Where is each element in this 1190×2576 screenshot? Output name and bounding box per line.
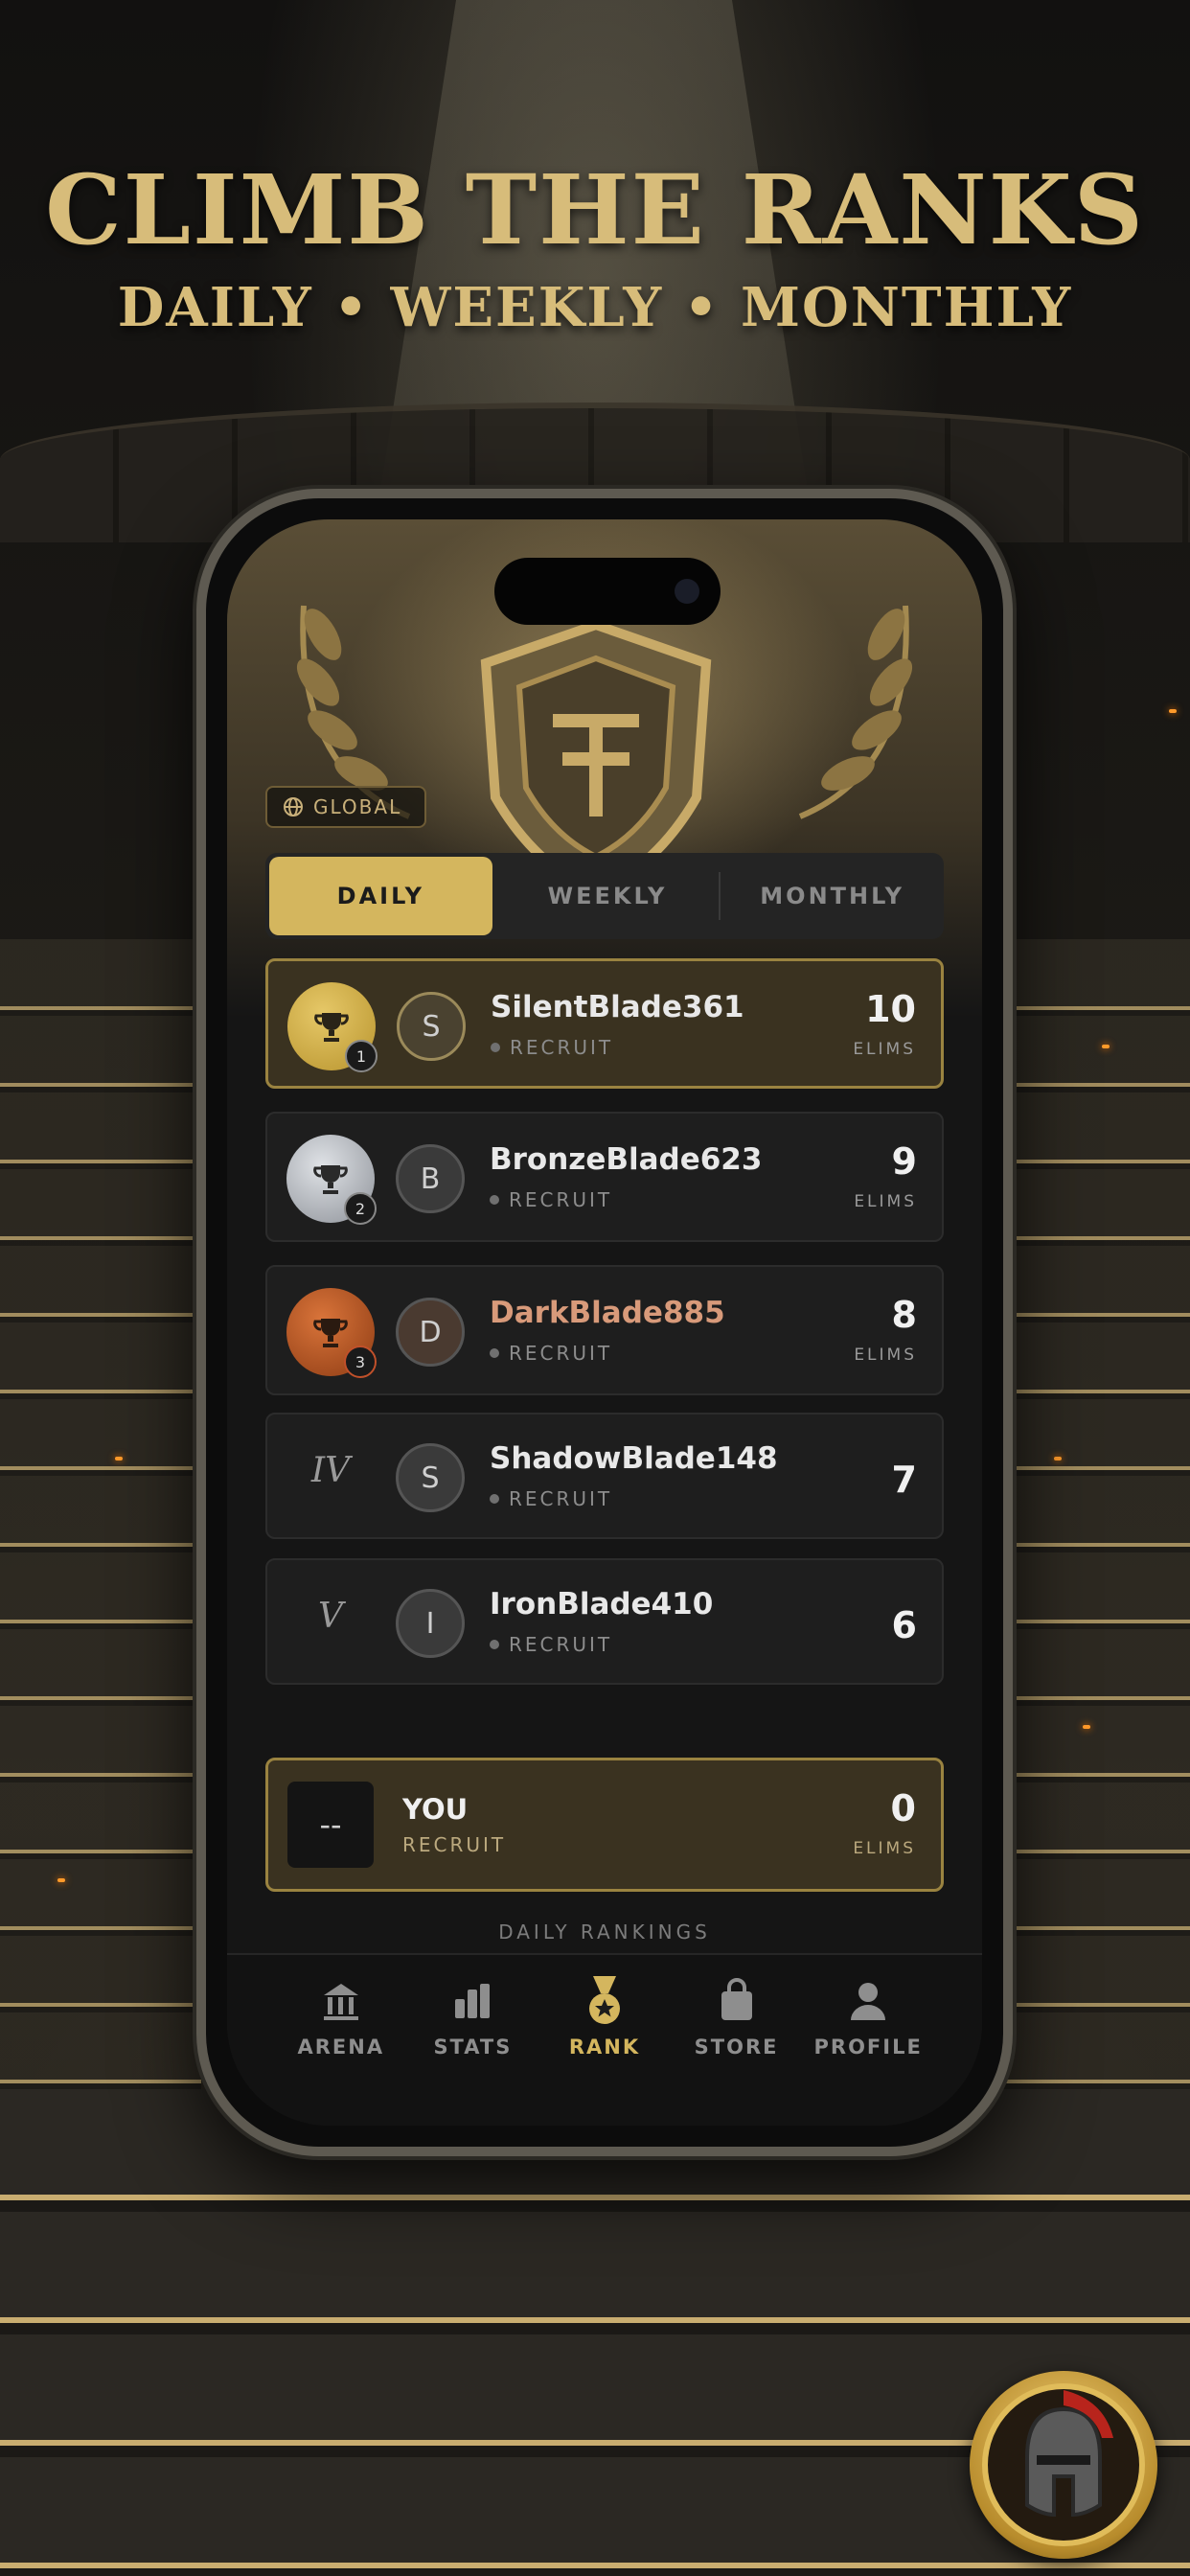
- nav-stats[interactable]: STATS: [415, 1955, 530, 2126]
- tab-weekly[interactable]: WEEKLY: [496, 853, 720, 939]
- status-dot: [490, 1640, 499, 1649]
- rank-title-text: RECRUIT: [509, 1188, 613, 1211]
- rankings-caption: DAILY RANKINGS: [498, 1920, 711, 1944]
- nav-arena-label: ARENA: [297, 2036, 385, 2058]
- trophy-icon: [314, 1013, 349, 1042]
- leaderboard-row[interactable]: IV S ShadowBlade148 RECRUIT 7: [265, 1413, 944, 1539]
- profile-icon: [841, 1974, 895, 2028]
- bag-icon: [710, 1974, 764, 2028]
- avatar: S: [397, 992, 466, 1061]
- avatar: I: [396, 1589, 465, 1658]
- status-dot: [490, 1195, 499, 1205]
- elims-score: 7: [891, 1459, 917, 1501]
- period-tabs: DAILY WEEKLY MONTHLY: [265, 853, 944, 939]
- player-rank-title: RECRUIT: [491, 1036, 613, 1059]
- laurel-right-icon: [798, 605, 913, 819]
- tab-daily[interactable]: DAILY: [269, 857, 492, 935]
- your-elims-score: 0: [890, 1787, 916, 1829]
- scope-global-badge[interactable]: GLOBAL: [265, 786, 426, 828]
- leaderboard-row[interactable]: 2 B BronzeBlade623 RECRUIT 9 ELIMS: [265, 1112, 944, 1242]
- rank-title-text: RECRUIT: [509, 1342, 613, 1365]
- nav-arena[interactable]: ARENA: [284, 1955, 399, 2126]
- player-rank-title: RECRUIT: [490, 1487, 612, 1510]
- player-rank-title: RECRUIT: [490, 1188, 612, 1211]
- player-rank-title: RECRUIT: [490, 1633, 612, 1656]
- player-name: DarkBlade885: [490, 1296, 725, 1330]
- leaderboard-row[interactable]: 1 S SilentBlade361 RECRUIT 10 ELIMS: [265, 958, 944, 1089]
- arena-stairs-left: [0, 939, 201, 2089]
- ember: [57, 1878, 65, 1882]
- player-rank-title: RECRUIT: [490, 1342, 612, 1365]
- arena-icon: [314, 1974, 368, 2028]
- nav-store[interactable]: STORE: [679, 1955, 794, 2126]
- nav-profile[interactable]: PROFILE: [811, 1955, 926, 2126]
- nav-profile-label: PROFILE: [813, 2036, 923, 2058]
- ember: [1169, 709, 1177, 713]
- your-rank-placeholder: --: [287, 1782, 374, 1868]
- rank-number-badge: 2: [344, 1192, 377, 1225]
- ember: [1102, 1045, 1110, 1048]
- promo-headline: CLIMB THE RANKS: [45, 153, 1145, 266]
- avatar: D: [396, 1298, 465, 1367]
- trophy-icon: [313, 1165, 348, 1194]
- your-name: YOU: [402, 1793, 469, 1826]
- elims-unit-label: ELIMS: [854, 1192, 917, 1211]
- rank-number-badge: 1: [345, 1040, 378, 1072]
- scope-global-label: GLOBAL: [313, 795, 402, 818]
- player-name: BronzeBlade623: [490, 1142, 763, 1177]
- your-rank-title: RECRUIT: [402, 1833, 507, 1856]
- rank-title-text: RECRUIT: [510, 1036, 614, 1059]
- silver-trophy-medal: 2: [286, 1135, 377, 1225]
- avatar: S: [396, 1443, 465, 1512]
- gold-trophy-medal: 1: [287, 982, 378, 1072]
- player-name: ShadowBlade148: [490, 1441, 778, 1476]
- status-dot: [490, 1348, 499, 1358]
- status-dot: [490, 1494, 499, 1504]
- your-rank-row[interactable]: -- YOU RECRUIT 0 ELIMS: [265, 1758, 944, 1892]
- nav-rank[interactable]: RANK: [547, 1955, 662, 2126]
- stats-icon: [446, 1974, 499, 2028]
- ember: [1083, 1725, 1090, 1729]
- elims-score: 9: [891, 1140, 917, 1183]
- avatar: B: [396, 1144, 465, 1213]
- bronze-trophy-medal: 3: [286, 1288, 377, 1378]
- leaderboard-row[interactable]: 3 D DarkBlade885 RECRUIT 8 ELIMS: [265, 1265, 944, 1395]
- phone-screen: GLOBAL DAILY WEEKLY MONTHLY 1 S SilentBl…: [227, 519, 982, 2126]
- dynamic-island: [494, 558, 721, 625]
- nav-store-label: STORE: [694, 2036, 779, 2058]
- ember: [1054, 1457, 1062, 1460]
- rank-title-text: RECRUIT: [509, 1633, 613, 1656]
- ember: [115, 1457, 123, 1460]
- nav-stats-label: STATS: [433, 2036, 513, 2058]
- bottom-nav: ARENA STATS RANK STORE PROFILE: [227, 1953, 982, 2126]
- elims-score: 8: [891, 1294, 917, 1336]
- elims-unit-label: ELIMS: [854, 1346, 917, 1365]
- medal-icon: [578, 1974, 631, 2028]
- globe-icon: [284, 797, 303, 816]
- rank-number-badge: 3: [344, 1346, 377, 1378]
- phone-frame: GLOBAL DAILY WEEKLY MONTHLY 1 S SilentBl…: [196, 489, 1013, 2156]
- tab-monthly[interactable]: MONTHLY: [721, 853, 944, 939]
- promo-subline: DAILY • WEEKLY • MONTHLY: [117, 276, 1073, 339]
- rank-roman-numeral: IV: [310, 1451, 351, 1490]
- camera-icon: [675, 579, 699, 604]
- spartan-helmet-logo: [970, 2371, 1157, 2559]
- elims-score: 10: [865, 988, 916, 1030]
- player-name: SilentBlade361: [491, 990, 744, 1024]
- elims-unit-label: ELIMS: [853, 1040, 916, 1059]
- rank-title-text: RECRUIT: [509, 1487, 613, 1510]
- leaderboard-row[interactable]: V I IronBlade410 RECRUIT 6: [265, 1558, 944, 1685]
- nav-rank-label: RANK: [568, 2036, 641, 2058]
- rank-roman-numeral: V: [318, 1597, 343, 1636]
- status-dot: [491, 1043, 500, 1052]
- trophy-icon: [313, 1319, 348, 1347]
- elims-score: 6: [891, 1604, 917, 1646]
- arena-stairs-right: [989, 939, 1190, 2089]
- player-name: IronBlade410: [490, 1587, 714, 1622]
- elims-unit-label: ELIMS: [853, 1839, 916, 1858]
